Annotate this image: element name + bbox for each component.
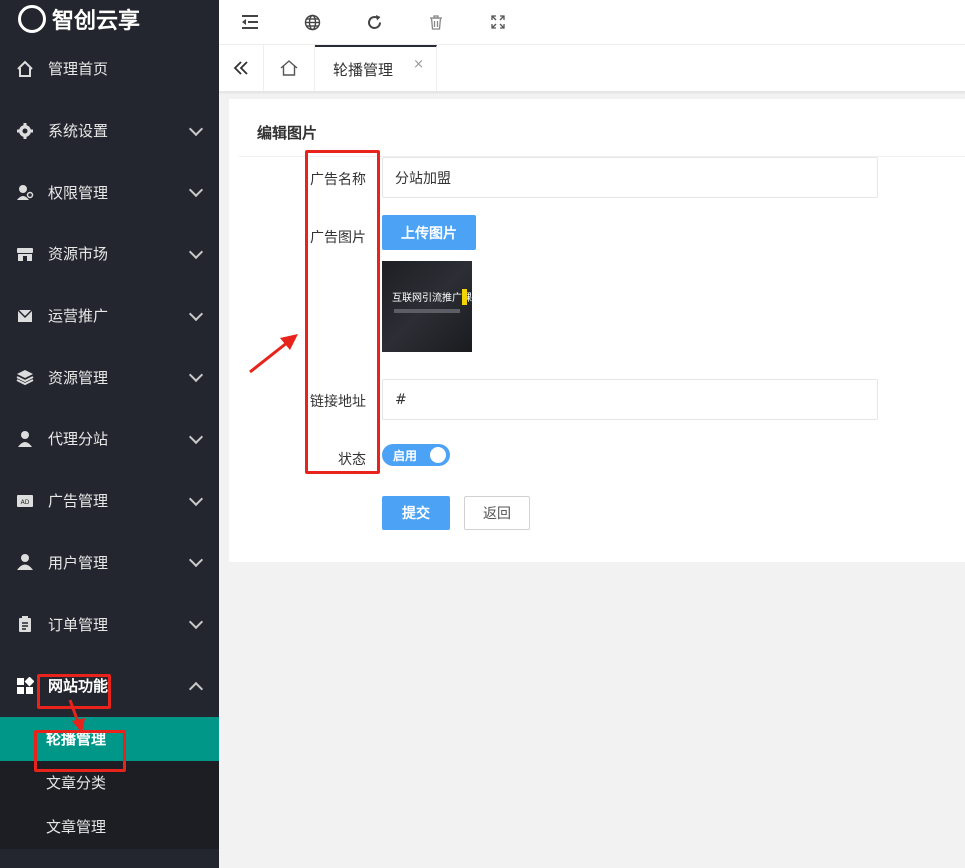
arrow-icon [249, 334, 298, 374]
arrow-icon [68, 699, 85, 733]
annotation-arrows [68, 334, 298, 733]
